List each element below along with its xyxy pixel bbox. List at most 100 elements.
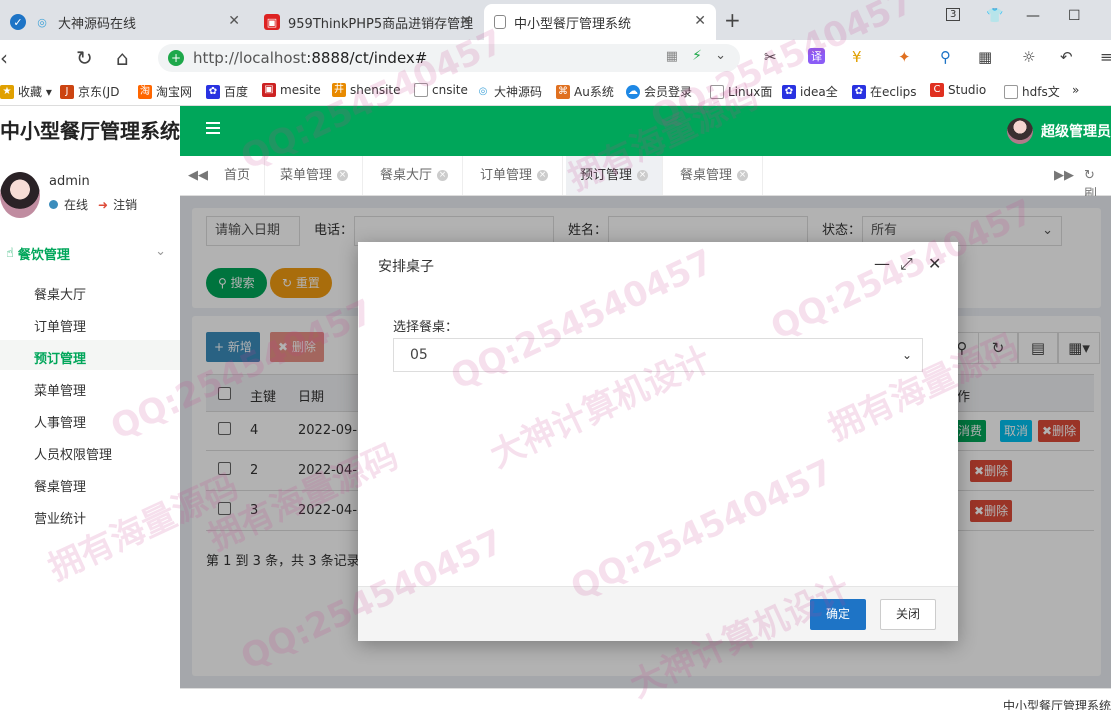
tab-close-icon[interactable]: × (637, 170, 649, 181)
close-icon[interactable]: ✕ (928, 254, 941, 273)
minimize-icon[interactable]: — (874, 254, 890, 273)
bookmark-label: 会员登录 (644, 85, 693, 99)
sidebar-item-permissions[interactable]: 人员权限管理 (34, 444, 112, 463)
confirm-button[interactable]: 确定 (810, 599, 866, 630)
sidebar-item-staff[interactable]: 人事管理 (34, 412, 86, 431)
paw-icon: ✿ (206, 84, 220, 99)
close-tab-icon[interactable]: ✕ (694, 13, 706, 29)
bookmark-item[interactable]: ★ 收藏 ▾ (0, 83, 52, 100)
browser-tab-label: 大神源码在线 (58, 16, 137, 32)
bookmark-label: 在eclips (870, 85, 917, 99)
tab-menu[interactable]: 菜单管理 × (266, 156, 364, 195)
tab-home[interactable]: 首页 (210, 156, 266, 195)
brightness-icon[interactable]: ☼ (1022, 48, 1035, 66)
bookmark-label: 百度 (224, 85, 249, 99)
qr-icon[interactable]: ▦ (666, 49, 678, 64)
bookmark-item[interactable]: C Studio (930, 83, 986, 97)
bookmark-label: idea全 (800, 85, 838, 99)
bookmark-label: Linux面 (728, 85, 773, 99)
close-tab-icon[interactable]: ✕ (228, 13, 240, 29)
tab-close-icon[interactable]: × (337, 170, 349, 181)
scissors-icon[interactable]: ✂ (764, 48, 777, 66)
sidebar-item-reservations[interactable]: 预订管理 (34, 348, 86, 367)
menu-lines-icon[interactable]: ≡ (1100, 48, 1111, 66)
translate-icon[interactable]: 译 (808, 48, 825, 64)
site-icon: ⌘ (556, 84, 570, 99)
bookmark-item[interactable]: ⌘ Au系统 (556, 83, 614, 100)
close-tab-icon[interactable]: ✕ (460, 13, 472, 29)
bookmark-item[interactable]: 淘淘宝网 (138, 83, 192, 100)
search-icon[interactable]: ⚲ (940, 48, 951, 66)
sidebar: admin 在线 ➜ 注销 ☝ 餐饮管理 ⌄ 餐桌大厅 订单管理 预订管理 菜单管… (0, 156, 180, 710)
tab-hall[interactable]: 餐桌大厅 × (366, 156, 464, 195)
menu-toggle-icon[interactable] (206, 122, 220, 134)
bookmark-item[interactable]: ◎ 大神源码 (476, 83, 542, 100)
reload-icon[interactable]: ↻ (76, 46, 93, 70)
site-icon: C (930, 83, 944, 97)
more-bookmarks-icon[interactable]: » (1072, 83, 1079, 97)
menu-group-dining[interactable]: ☝ 餐饮管理 ⌄ (6, 244, 166, 263)
shirt-icon[interactable]: 👕 (986, 8, 1003, 24)
site-icon: 井 (332, 83, 346, 97)
tabs-prev-icon[interactable]: ◀◀ (188, 168, 208, 183)
logout-link[interactable]: ➜ 注销 (98, 196, 137, 213)
url-field[interactable]: + http://localhost:8888/ct/index# ▦ ⚡ ⌄ (158, 44, 740, 72)
spiral-icon: ◎ (37, 15, 47, 29)
back-icon[interactable]: ‹ (0, 46, 8, 70)
sidebar-item-tables[interactable]: 餐桌管理 (34, 476, 86, 495)
bookmark-item[interactable]: ✿ 在eclips (852, 83, 917, 100)
site-icon: ▣ (262, 83, 276, 97)
tab-label: 首页 (224, 168, 251, 183)
bookmark-item[interactable]: ✿ 百度 (206, 83, 248, 100)
browser-tab-active[interactable]: 中小型餐厅管理系统 ✕ (484, 4, 716, 40)
close-button[interactable]: 关闭 (880, 599, 936, 630)
bookmark-item[interactable]: 井 shensite (332, 83, 401, 97)
tab-label: 订单管理 (480, 168, 533, 183)
jd-icon: J (60, 84, 74, 99)
tabs-next-icon[interactable]: ▶▶ (1054, 168, 1074, 183)
undo-icon[interactable]: ↶ (1060, 48, 1073, 66)
sidebar-item-orders[interactable]: 订单管理 (34, 316, 86, 335)
bookmark-item[interactable]: ✿ idea全 (782, 83, 838, 100)
puzzle-icon[interactable]: ✦ (898, 48, 911, 66)
star-icon: ★ (0, 84, 14, 99)
tab-close-icon[interactable]: × (437, 170, 449, 181)
address-bar: ‹ ↻ ⌂ + http://localhost:8888/ct/index# … (0, 40, 1111, 76)
sidebar-item-stats[interactable]: 营业统计 (34, 508, 86, 527)
tab-tables[interactable]: 餐桌管理 × (666, 156, 764, 195)
browser-tab-bar: ✓ ◎ 大神源码在线 ✕ ▣ 959ThinkPHP5商品进销存管理 ✕ 中小型… (0, 0, 1111, 40)
bookmark-item[interactable]: ▣ mesite (262, 83, 321, 97)
maximize-icon[interactable]: ⤢ (900, 254, 913, 274)
minimize-icon[interactable]: — (1026, 8, 1040, 24)
bookmark-item[interactable]: hdfs文 (1004, 83, 1060, 100)
admin-menu[interactable]: 超级管理员 (1007, 118, 1111, 144)
chevron-down-icon[interactable]: ⌄ (715, 48, 726, 63)
coin-icon[interactable]: ¥ (852, 48, 862, 66)
spiral-icon: ◎ (478, 85, 488, 97)
paw-icon: ✿ (852, 84, 866, 99)
tab-close-icon[interactable]: × (737, 170, 749, 181)
table-select[interactable]: 05 ⌄ (393, 338, 923, 372)
apps-grid-icon[interactable]: ▦ (978, 48, 992, 66)
bookmark-label: hdfs文 (1022, 85, 1060, 99)
tab-count-icon[interactable]: 3 (946, 8, 961, 21)
bookmark-item[interactable]: ☁ 会员登录 (626, 83, 692, 100)
sidebar-item-hall[interactable]: 餐桌大厅 (34, 284, 86, 303)
page-icon (710, 84, 724, 99)
home-icon[interactable]: ⌂ (116, 46, 129, 70)
tab-orders[interactable]: 订单管理 × (466, 156, 564, 195)
new-tab-icon[interactable]: + (724, 8, 741, 32)
bookmark-item[interactable]: Linux面 (710, 83, 772, 100)
maximize-icon[interactable]: ☐ (1068, 8, 1081, 24)
bookmark-item[interactable]: cnsite (414, 83, 468, 97)
lightning-icon[interactable]: ⚡ (692, 48, 702, 64)
chevron-down-icon: ⌄ (155, 244, 166, 259)
bookmark-item[interactable]: J 京东(JD (60, 83, 119, 100)
browser-tab[interactable]: ✓ ◎ 大神源码在线 ✕ (0, 4, 250, 40)
browser-tab[interactable]: ▣ 959ThinkPHP5商品进销存管理 ✕ (254, 4, 482, 40)
tab-reservations[interactable]: 预订管理 × (566, 156, 664, 195)
logout-icon: ➜ (98, 197, 109, 212)
tab-close-icon[interactable]: × (537, 170, 549, 181)
sidebar-item-menu[interactable]: 菜单管理 (34, 380, 86, 399)
tab-label: 预订管理 (580, 168, 633, 183)
